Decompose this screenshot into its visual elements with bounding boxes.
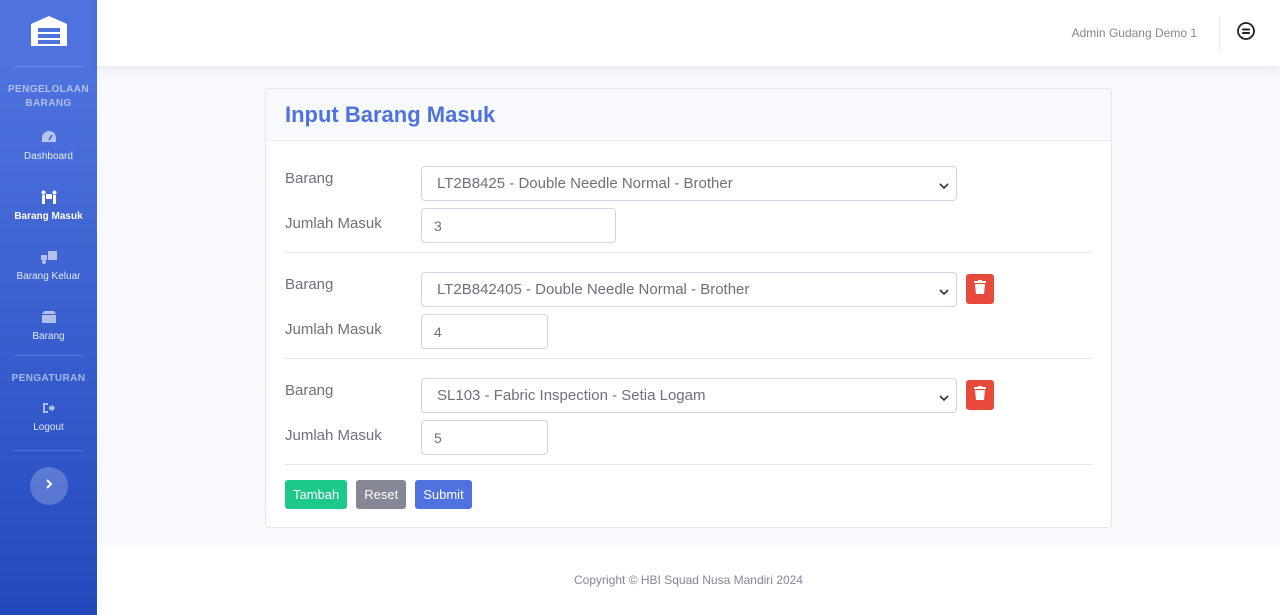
sign-out-icon bbox=[42, 400, 56, 416]
chevron-right-icon bbox=[44, 477, 54, 495]
tambah-button[interactable]: Tambah bbox=[285, 480, 348, 509]
sidebar-heading-pengaturan: PENGATURAN bbox=[11, 373, 86, 384]
sidebar-toggle-button[interactable] bbox=[29, 467, 68, 505]
brand-link[interactable] bbox=[0, 0, 97, 66]
footer: Copyright © HBI Squad Nusa Mandiri 2024 bbox=[97, 545, 1280, 615]
jumlah-label: Jumlah Masuk bbox=[285, 215, 382, 232]
item-row: Barang LT2B842405 - Double Needle Normal… bbox=[285, 253, 1092, 359]
sidebar-item-barang-keluar[interactable]: Barang Keluar bbox=[0, 235, 97, 295]
chevron-down-icon bbox=[939, 178, 949, 195]
sidebar-item-label: Barang Masuk bbox=[14, 210, 83, 222]
barang-label: Barang bbox=[285, 382, 334, 399]
barang-select[interactable]: LT2B842405 - Double Needle Normal - Brot… bbox=[421, 272, 957, 307]
sidebar-divider bbox=[14, 450, 83, 451]
sidebar-item-barang-masuk[interactable]: Barang Masuk bbox=[0, 175, 97, 235]
user-menu-button[interactable] bbox=[1236, 21, 1256, 46]
page-title: Input Barang Masuk bbox=[285, 102, 496, 127]
delete-row-button[interactable] bbox=[966, 274, 994, 304]
copyright-text: Copyright © HBI Squad Nusa Mandiri 2024 bbox=[574, 573, 803, 587]
barang-select[interactable]: LT2B8425 - Double Needle Normal - Brothe… bbox=[421, 166, 957, 201]
user-circle-icon bbox=[1236, 21, 1256, 46]
sidebar-item-dashboard[interactable]: Dashboard bbox=[0, 115, 97, 175]
trash-icon bbox=[974, 279, 986, 299]
jumlah-label: Jumlah Masuk bbox=[285, 321, 382, 338]
form-actions: Tambah Reset Submit bbox=[285, 465, 1092, 509]
barang-label: Barang bbox=[285, 170, 334, 187]
warehouse-icon bbox=[30, 15, 68, 52]
jumlah-input[interactable]: 4 bbox=[421, 314, 548, 349]
truck-loading-icon bbox=[40, 249, 58, 265]
box-icon bbox=[41, 309, 57, 325]
barang-label: Barang bbox=[285, 276, 334, 293]
chevron-down-icon bbox=[939, 284, 949, 301]
select-value: LT2B842405 - Double Needle Normal - Brot… bbox=[437, 281, 750, 298]
jumlah-input[interactable]: 3 bbox=[421, 208, 616, 243]
select-value: SL103 - Fabric Inspection - Setia Logam bbox=[437, 387, 706, 404]
sidebar-item-barang[interactable]: Barang bbox=[0, 295, 97, 355]
people-carry-icon bbox=[40, 189, 58, 205]
card-body: Barang LT2B8425 - Double Needle Normal -… bbox=[266, 141, 1111, 509]
sidebar-heading-pengelolaan: PENGELOLAAN BARANG bbox=[7, 84, 90, 109]
select-value: LT2B8425 - Double Needle Normal - Brothe… bbox=[437, 175, 733, 192]
topbar: Admin Gudang Demo 1 bbox=[97, 0, 1280, 66]
item-row: Barang LT2B8425 - Double Needle Normal -… bbox=[285, 141, 1092, 253]
submit-button[interactable]: Submit bbox=[415, 480, 472, 509]
sidebar-item-label: Barang bbox=[32, 330, 65, 342]
sidebar: PENGELOLAAN BARANG Dashboard Barang Masu… bbox=[0, 0, 97, 615]
topbar-divider bbox=[1219, 16, 1220, 50]
reset-button[interactable]: Reset bbox=[356, 480, 407, 509]
tachometer-icon bbox=[41, 129, 57, 145]
delete-row-button[interactable] bbox=[966, 380, 994, 410]
sidebar-item-label: Logout bbox=[33, 421, 64, 433]
sidebar-item-logout[interactable]: Logout bbox=[0, 390, 97, 442]
barang-select[interactable]: SL103 - Fabric Inspection - Setia Logam bbox=[421, 378, 957, 413]
card-header: Input Barang Masuk bbox=[266, 89, 1111, 141]
input-form-card: Input Barang Masuk Barang LT2B8425 - Dou… bbox=[265, 88, 1112, 528]
jumlah-label: Jumlah Masuk bbox=[285, 427, 382, 444]
chevron-down-icon bbox=[939, 390, 949, 407]
sidebar-item-label: Barang Keluar bbox=[16, 270, 81, 282]
item-row: Barang SL103 - Fabric Inspection - Setia… bbox=[285, 359, 1092, 465]
trash-icon bbox=[974, 385, 986, 405]
jumlah-input[interactable]: 5 bbox=[421, 420, 548, 455]
user-name[interactable]: Admin Gudang Demo 1 bbox=[1072, 26, 1197, 40]
sidebar-item-label: Dashboard bbox=[24, 150, 73, 162]
